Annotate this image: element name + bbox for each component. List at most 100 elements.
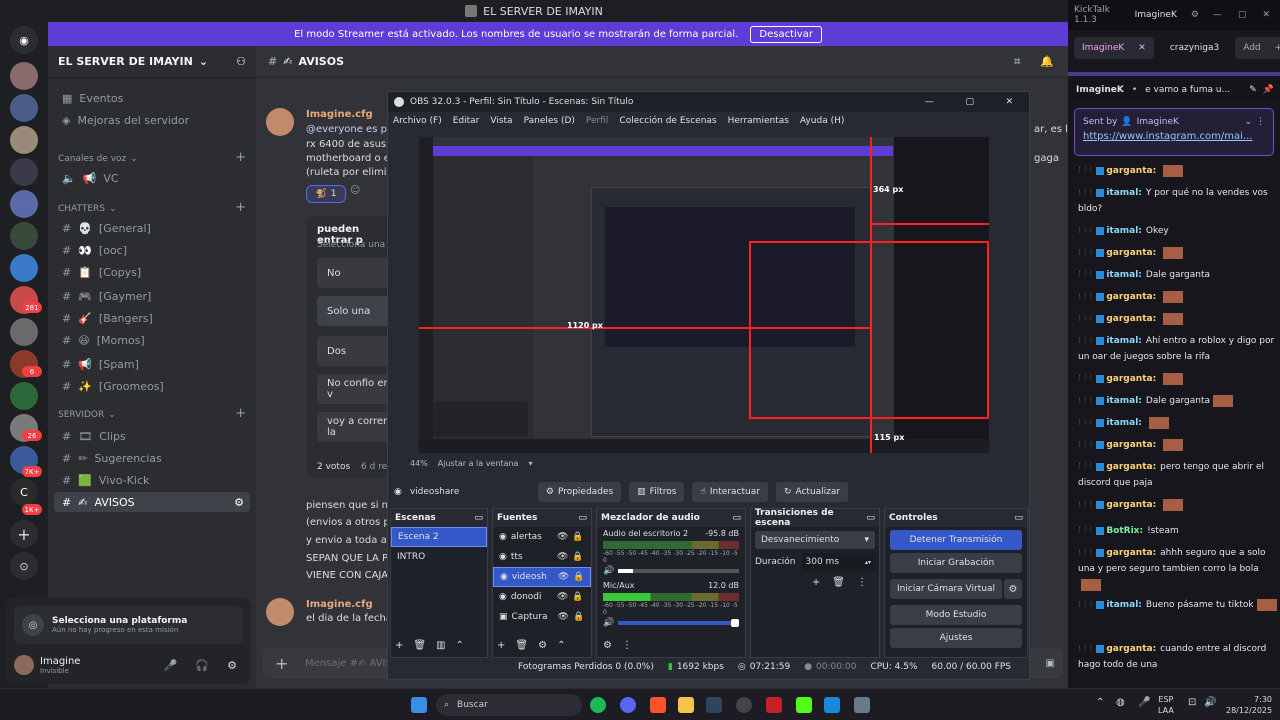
guild-icon-4[interactable]	[10, 158, 38, 186]
message-actions-icon[interactable]: ⁝ ⁝ ⁝	[1078, 418, 1092, 428]
undock-icon[interactable]: ▭	[1014, 513, 1023, 523]
close-icon[interactable]: ✕	[1262, 10, 1270, 20]
maximize-icon[interactable]: ▢	[965, 97, 974, 107]
chat-message[interactable]: ⁝ ⁝ ⁝ garganta:	[1078, 163, 1278, 179]
menu-item[interactable]: Colección de Escenas	[619, 116, 716, 126]
chat-username[interactable]: garganta:	[1106, 314, 1156, 324]
maximize-icon[interactable]: ▢	[1238, 10, 1247, 20]
chat-message[interactable]: ⁝ ⁝ ⁝ BotRix: !steam	[1078, 523, 1278, 539]
guild-icon-5[interactable]	[10, 190, 38, 218]
undock-icon[interactable]: ▭	[578, 513, 587, 523]
source-item[interactable]: ◉ alertas 👁 🔒	[493, 527, 591, 547]
folder-icon[interactable]	[678, 697, 694, 713]
interact-button[interactable]: ☝ Interactuar	[692, 482, 768, 502]
discord-icon[interactable]	[620, 697, 636, 713]
message-actions-icon[interactable]: ⁝ ⁝ ⁝	[1078, 292, 1092, 302]
channel-ooc[interactable]: # 👀 [ooc]	[54, 240, 250, 260]
eye-icon[interactable]: 👁	[558, 572, 569, 582]
menu-item[interactable]: Editar	[453, 116, 480, 126]
pinned-user[interactable]: ImagineK	[1076, 85, 1124, 95]
scene-item[interactable]: Escena 2	[391, 527, 487, 547]
menu-item[interactable]: Perfil	[586, 116, 609, 126]
message-actions-icon[interactable]: ⁝ ⁝ ⁝	[1078, 270, 1092, 280]
poll-option[interactable]: No confio en v	[317, 374, 395, 404]
minimize-icon[interactable]: —	[1213, 10, 1222, 20]
virtual-camera-button[interactable]: Iniciar Cámara Virtual	[890, 579, 1002, 599]
speaker-icon[interactable]: 🔊	[603, 618, 614, 628]
undock-icon[interactable]: ▭	[474, 513, 483, 523]
pin-icon[interactable]: 📌	[1263, 85, 1274, 95]
message-actions-icon[interactable]: ⁝ ⁝ ⁝	[1078, 462, 1092, 472]
chat-message[interactable]: ⁝ ⁝ ⁝ garganta:	[1078, 289, 1278, 305]
message-actions-icon[interactable]: ⁝ ⁝ ⁝	[1078, 500, 1092, 510]
close-icon[interactable]: ✕	[1006, 97, 1014, 107]
message-actions-icon[interactable]: ⁝ ⁝ ⁝	[1078, 314, 1092, 324]
nav-item-boosts[interactable]: ◈ Mejoras del servidor	[54, 110, 250, 130]
gear-icon[interactable]: ⚙	[1191, 10, 1199, 20]
bounding-box[interactable]	[749, 241, 989, 419]
pinned-link[interactable]: https://www.instagram.com/mai...	[1083, 131, 1265, 142]
chat-message[interactable]: ⁝ ⁝ ⁝ itamal: Y por qué no la vendes vos b…	[1078, 185, 1278, 217]
chat-message[interactable]: ⁝ ⁝ ⁝ garganta:	[1078, 245, 1278, 261]
reaction[interactable]: 🐒 1	[306, 185, 346, 203]
duration-input[interactable]: 300 ms ▴▾	[801, 553, 875, 571]
chevron-up-icon[interactable]: ⌃	[456, 640, 464, 651]
obs-icon[interactable]	[736, 697, 752, 713]
menu-item[interactable]: Archivo (F)	[393, 116, 442, 126]
poll-option[interactable]: Solo una	[317, 296, 395, 326]
message-actions-icon[interactable]: ⁝ ⁝ ⁝	[1078, 440, 1092, 450]
stop-stream-button[interactable]: Detener Transmisión	[890, 530, 1022, 550]
message-actions-icon[interactable]: ⁝ ⁝ ⁝	[1078, 166, 1092, 176]
source-item[interactable]: ◉ videosh 👁 🔒	[493, 567, 591, 587]
chat-username[interactable]: itamal:	[1106, 188, 1142, 198]
avatar[interactable]	[266, 598, 294, 626]
chat-username[interactable]: itamal:	[1106, 600, 1142, 610]
message-actions-icon[interactable]: ⁝ ⁝ ⁝	[1078, 526, 1092, 536]
message-actions-icon[interactable]: ⁝ ⁝ ⁝	[1078, 600, 1092, 610]
gear-icon[interactable]: ⚙	[1004, 579, 1022, 599]
chevron-down-icon[interactable]: ⌄	[1244, 117, 1252, 127]
discover-icon[interactable]: ⊙	[10, 552, 38, 580]
chevron-down-icon[interactable]: ▾	[528, 459, 532, 468]
server-header[interactable]: EL SERVER DE IMAYIN ⌄ ⚇	[48, 46, 256, 78]
message-actions-icon[interactable]: ⁝ ⁝ ⁝	[1078, 374, 1092, 384]
poll-option[interactable]: Dos	[317, 336, 395, 366]
add-icon[interactable]: +	[812, 577, 820, 588]
trash-icon[interactable]: 🗑	[832, 577, 845, 588]
chat-username[interactable]: itamal:	[1106, 226, 1142, 236]
account-name[interactable]: ImagineK	[1135, 10, 1177, 20]
properties-button[interactable]: ⚙ Propiedades	[537, 482, 622, 502]
channel-vivo-kick[interactable]: # 🟩 Vivo-Kick	[54, 470, 250, 490]
chat-username[interactable]: garganta:	[1106, 548, 1156, 558]
more-icon[interactable]: ⋮	[1256, 117, 1265, 127]
chat-username[interactable]: itamal:	[1106, 336, 1142, 346]
sent-by-user[interactable]: ImagineK	[1137, 117, 1179, 127]
eye-icon[interactable]: 👁	[558, 612, 569, 622]
more-icon[interactable]: ⋮	[622, 640, 632, 651]
filters-button[interactable]: ▥ Filtros	[629, 482, 685, 502]
channel-clips[interactable]: # 🎞 Clips	[54, 426, 250, 446]
microphone-icon[interactable]: 🎤	[164, 659, 178, 672]
channel-avisos[interactable]: # ✍ AVISOS ⚙	[54, 492, 250, 512]
chat-username[interactable]: garganta:	[1106, 374, 1156, 384]
app-icon[interactable]	[766, 697, 782, 713]
settings-icon[interactable]: ⚙	[234, 496, 244, 509]
chat-username[interactable]: garganta:	[1106, 166, 1156, 176]
disable-streamer-button[interactable]: Desactivar	[750, 25, 822, 43]
source-item[interactable]: ▣ Captura 👁 🔒	[493, 607, 591, 627]
bell-icon[interactable]: 🔔	[1040, 55, 1054, 68]
chat-username[interactable]: garganta:	[1106, 248, 1156, 258]
studio-mode-button[interactable]: Modo Estudio	[890, 605, 1022, 625]
chat-message[interactable]: ⁝ ⁝ ⁝ garganta: cuando entre al discord ha…	[1078, 641, 1278, 673]
chat-username[interactable]: itamal:	[1106, 270, 1142, 280]
chat-message[interactable]: ⁝ ⁝ ⁝ garganta: ahhh seguro que a solo una…	[1078, 545, 1278, 593]
pin-icon[interactable]: ✎	[1249, 85, 1257, 95]
channel-gaymer[interactable]: # 🎮 [Gaymer]	[54, 286, 250, 306]
speaker-icon[interactable]: 🔊	[603, 566, 614, 576]
image-icon[interactable]: ▣	[1046, 658, 1055, 669]
microphone-icon[interactable]: 🎤	[1138, 697, 1150, 708]
menu-item[interactable]: Herramientas	[728, 116, 789, 126]
category-chatters[interactable]: CHATTERS ⌄	[58, 204, 117, 214]
volume-icon[interactable]: 🔊	[1204, 697, 1216, 708]
lock-icon[interactable]: 🔒	[572, 592, 583, 602]
